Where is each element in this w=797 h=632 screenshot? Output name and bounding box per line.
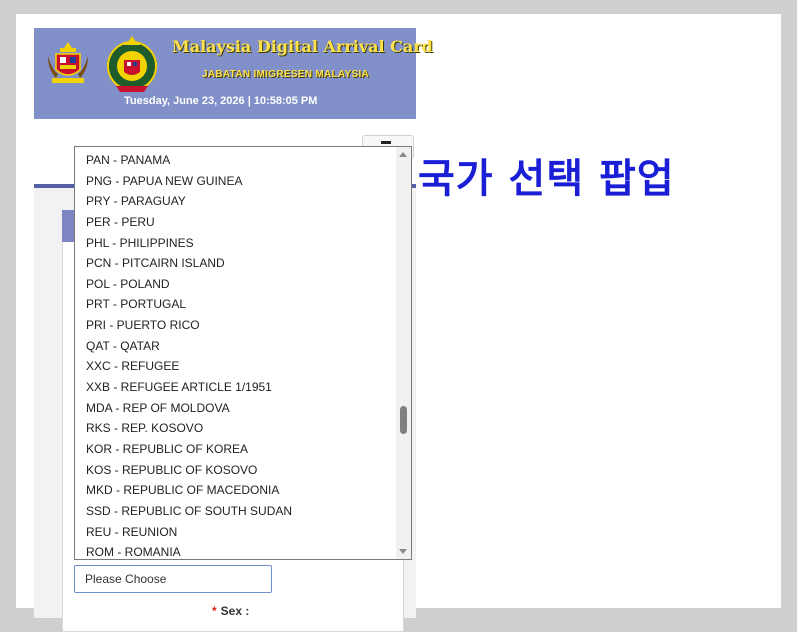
country-option[interactable]: REU - REUNION (75, 522, 395, 543)
country-option[interactable]: XXB - REFUGEE ARTICLE 1/1951 (75, 377, 395, 398)
app-title: Malaysia Digital Arrival Card (172, 37, 433, 56)
country-option[interactable]: POL - POLAND (75, 274, 395, 295)
country-option[interactable]: MDA - REP OF MOLDOVA (75, 398, 395, 419)
scroll-thumb[interactable] (400, 406, 407, 434)
country-dropdown-list[interactable]: PAN - PANAMA PNG - PAPUA NEW GUINEA PRY - … (74, 146, 412, 560)
required-marker: * (212, 604, 217, 618)
country-option[interactable]: KOR - REPUBLIC OF KOREA (75, 439, 395, 460)
country-option[interactable]: XXC - REFUGEE (75, 356, 395, 377)
popup-annotation: 국가 선택 팝업 (418, 156, 675, 202)
scroll-down-arrow-icon[interactable] (399, 549, 407, 554)
country-option[interactable]: PAN - PANAMA (75, 150, 395, 171)
current-datetime: Tuesday, June 23, 2026 | 10:58:05 PM (124, 95, 318, 107)
country-option[interactable]: KOS - REPUBLIC OF KOSOVO (75, 460, 395, 481)
sex-field-label: * Sex : (212, 604, 249, 618)
country-option[interactable]: QAT - QATAR (75, 336, 395, 357)
country-option[interactable]: SSD - REPUBLIC OF SOUTH SUDAN (75, 501, 395, 522)
immigration-seal-icon (107, 36, 157, 92)
country-option[interactable]: PER - PERU (75, 212, 395, 233)
country-option[interactable]: PHL - PHILIPPINES (75, 233, 395, 254)
dropdown-scrollbar[interactable] (396, 147, 411, 559)
sex-label-text: Sex : (220, 604, 250, 618)
scroll-up-arrow-icon[interactable] (399, 152, 407, 157)
country-options: PAN - PANAMA PNG - PAPUA NEW GUINEA PRY - … (75, 150, 395, 559)
country-option[interactable]: PCN - PITCAIRN ISLAND (75, 253, 395, 274)
country-option[interactable]: PNG - PAPUA NEW GUINEA (75, 171, 395, 192)
country-option[interactable]: PRY - PARAGUAY (75, 191, 395, 212)
country-select[interactable]: Please Choose (74, 565, 272, 593)
country-option[interactable]: PRT - PORTUGAL (75, 294, 395, 315)
page-canvas: Malaysia Digital Arrival Card JABATAN IM… (16, 14, 781, 632)
country-option[interactable]: MKD - REPUBLIC OF MACEDONIA (75, 480, 395, 501)
department-subtitle: JABATAN IMIGRESEN MALAYSIA (202, 69, 370, 80)
coat-of-arms-icon (48, 42, 88, 83)
header-banner: Malaysia Digital Arrival Card JABATAN IM… (34, 28, 433, 119)
country-option[interactable]: RKS - REP. KOSOVO (75, 418, 395, 439)
country-option[interactable]: PRI - PUERTO RICO (75, 315, 395, 336)
country-option[interactable]: ROM - ROMANIA (75, 542, 395, 559)
